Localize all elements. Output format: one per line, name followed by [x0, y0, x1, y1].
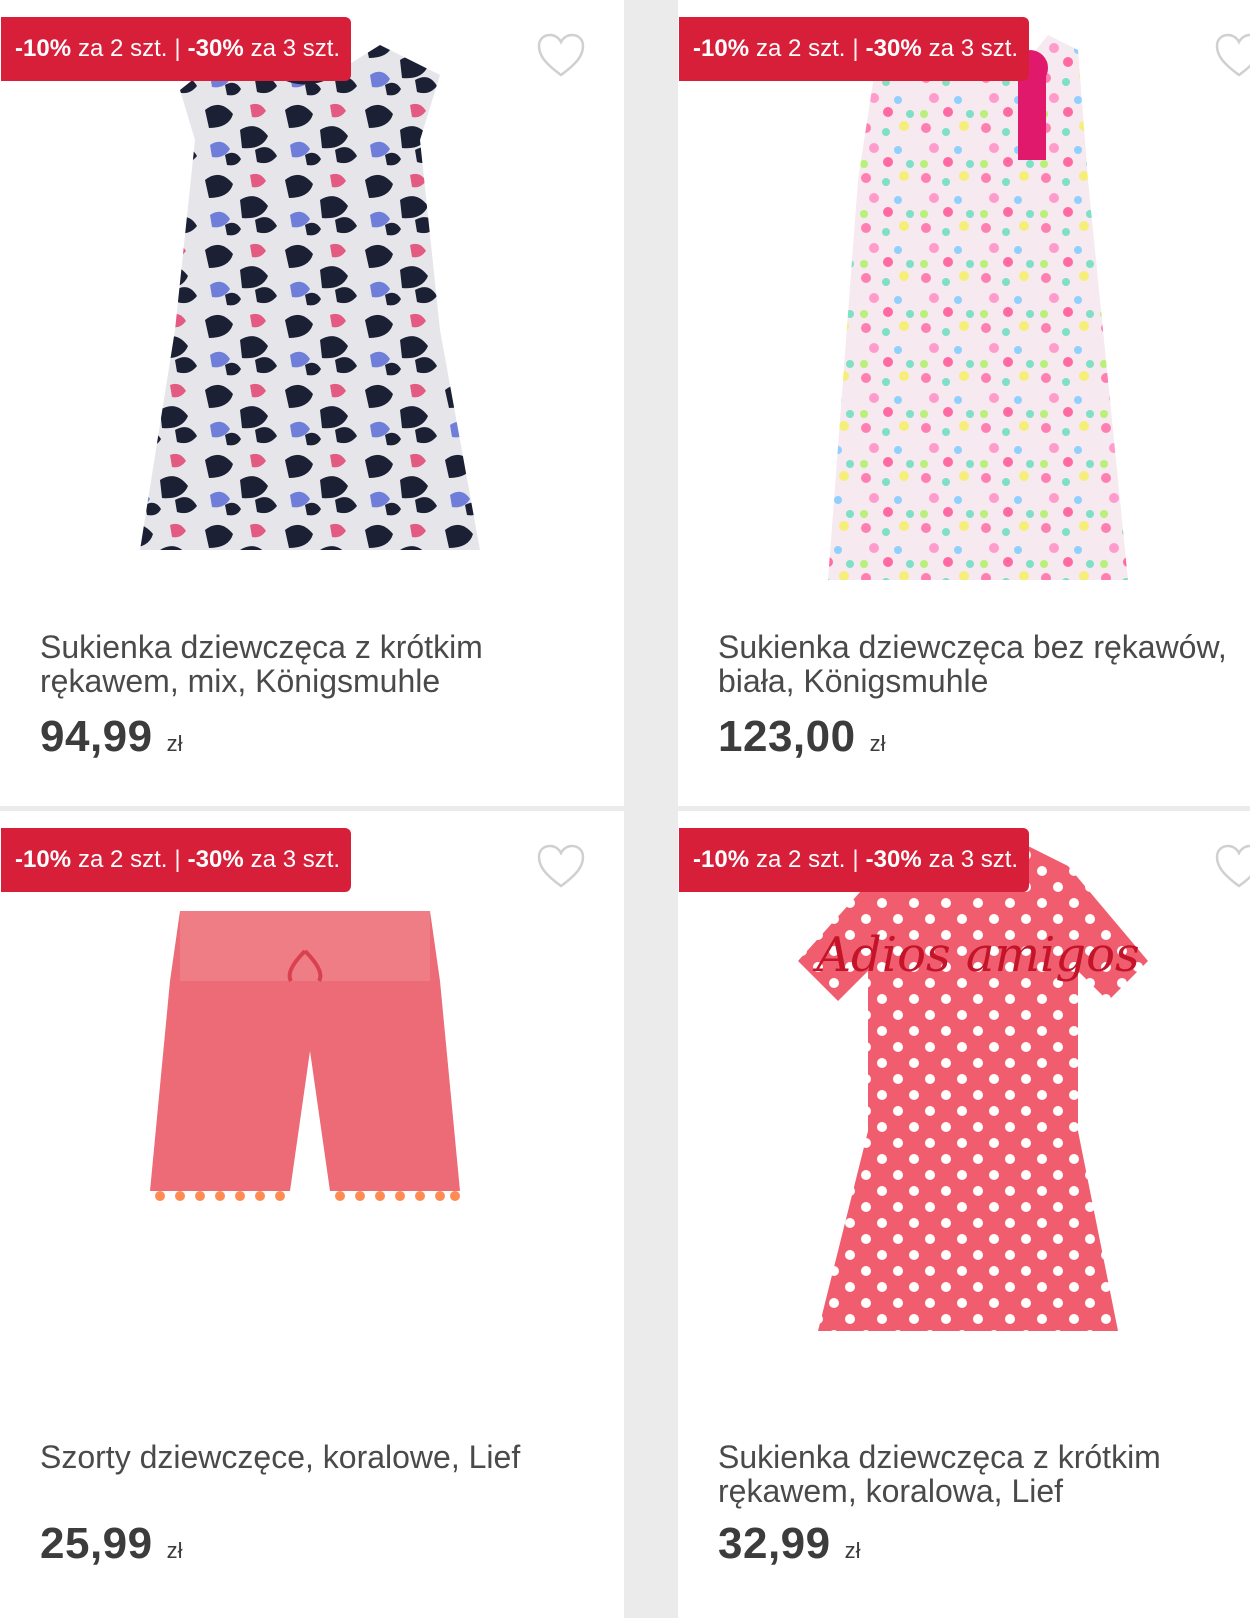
product-price: 25,99 zł	[40, 1519, 183, 1568]
product-title[interactable]: Sukienka dziewczęca z krótkim rękawem, m…	[40, 630, 580, 698]
wishlist-heart-icon[interactable]	[536, 843, 586, 889]
product-price: 32,99 zł	[718, 1519, 861, 1568]
product-price: 123,00 zł	[718, 712, 886, 761]
promo-badge: -10% za 2 szt. | -30% za 3 szt.	[679, 17, 1030, 81]
promo-badge: -10% za 2 szt. | -30% za 3 szt.	[1, 828, 352, 892]
polka-dot-dress-image[interactable]: Adios amigos	[778, 831, 1178, 1391]
promo-badge: -10% za 2 szt. | -30% za 3 szt.	[1, 17, 352, 81]
product-title[interactable]: Szorty dziewczęce, koralowe, Lief	[40, 1440, 580, 1474]
wishlist-heart-icon[interactable]	[1214, 32, 1250, 78]
product-card[interactable]: -10% za 2 szt. | -30% za 3 szt. Sukienka dzi…	[678, 0, 1250, 806]
dress-print-text: Adios amigos	[812, 927, 1139, 983]
product-card[interactable]: Adios amigos -10% za 2 szt. | -30% za 3 szt.…	[678, 811, 1250, 1618]
product-card[interactable]: -10% za 2 szt. | -30% za 3 szt. Sukienka dzi…	[0, 0, 624, 806]
product-card[interactable]: -10% za 2 szt. | -30% za 3 szt. Szorty dziew…	[0, 811, 624, 1618]
product-title[interactable]: Sukienka dziewczęca z krótkim rękawem, k…	[718, 1440, 1250, 1508]
coral-shorts-image[interactable]	[140, 891, 480, 1221]
wishlist-heart-icon[interactable]	[536, 32, 586, 78]
product-price: 94,99 zł	[40, 712, 183, 761]
promo-badge: -10% za 2 szt. | -30% za 3 szt.	[679, 828, 1030, 892]
butterfly-dress-image[interactable]	[120, 30, 500, 580]
hearts-dress-image[interactable]	[798, 20, 1158, 600]
product-title[interactable]: Sukienka dziewczęca bez rękawów, biała, …	[718, 630, 1250, 698]
wishlist-heart-icon[interactable]	[1214, 843, 1250, 889]
